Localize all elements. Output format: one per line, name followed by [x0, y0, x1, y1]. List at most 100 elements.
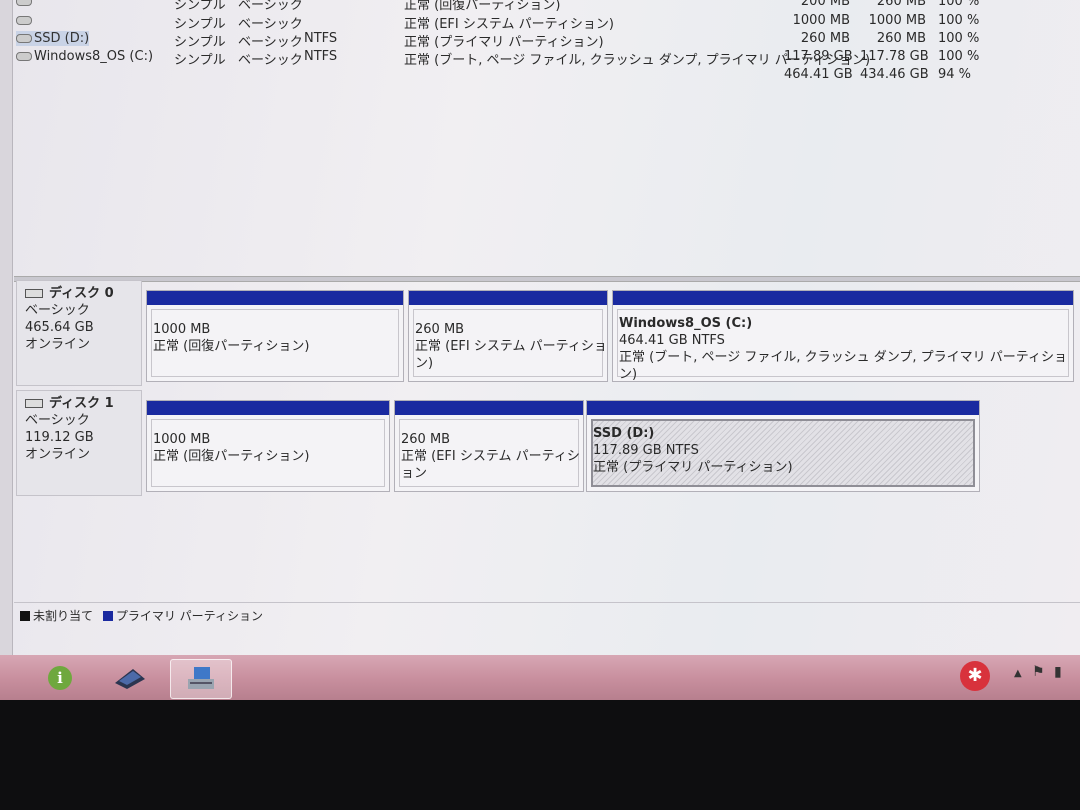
volume-icon	[16, 0, 32, 6]
volume-type: ベーシック	[238, 0, 303, 13]
partition-status: 正常 (回復パーティション)	[153, 449, 310, 464]
volume-free-pct: 100 %	[938, 49, 980, 64]
unallocated-swatch	[20, 611, 30, 621]
volume-layout: シンプル	[174, 35, 226, 50]
partition-ssd-d[interactable]: SSD (D:) 117.89 GB NTFS 正常 (プライマリ パーティショ…	[586, 400, 980, 492]
volume-status: 正常 (プライマリ パーティション)	[404, 35, 604, 50]
volume-free-pct: 100 %	[938, 31, 980, 46]
volume-capacity: 1000 MB	[792, 13, 850, 28]
volume-status: 正常 (EFI システム パーティション)	[404, 17, 614, 32]
partition-status: 正常 (プライマリ パーティション)	[593, 460, 793, 475]
volume-free: 260 MB	[876, 0, 926, 9]
disk-0-row: ディスク 0 ベーシック 465.64 GB オンライン 1000 MB 正常 …	[16, 280, 1076, 388]
volume-capacity: 200 MB	[800, 0, 850, 9]
volume-fs: NTFS	[304, 31, 338, 46]
partition-size: 1000 MB	[153, 432, 211, 447]
volume-name	[16, 0, 34, 9]
taskbar: i ✱ ▲ ⚑ ▮	[0, 655, 1080, 700]
volume-type: ベーシック	[238, 35, 303, 50]
partition-size: 1000 MB	[153, 322, 211, 337]
volume-free: 1000 MB	[868, 13, 926, 28]
volume-layout: シンプル	[174, 17, 226, 32]
volume-free-pct: 100 %	[938, 13, 980, 28]
disk-icon	[25, 399, 43, 408]
volume-free: 117.78 GB	[860, 49, 929, 64]
network-icon[interactable]: ⚑	[1032, 664, 1045, 680]
disk-1-row: ディスク 1 ベーシック 119.12 GB オンライン 1000 MB 正常 …	[16, 390, 986, 498]
volume-icon	[16, 16, 32, 25]
primary-swatch	[102, 611, 113, 621]
volume-icon	[16, 34, 32, 43]
taskbar-info-button[interactable]: i	[30, 659, 90, 697]
info-icon: i	[48, 666, 72, 690]
partition-text: 260 MB 正常 (EFI システム パーティション	[401, 431, 583, 482]
partition-bar	[147, 291, 403, 305]
volume-layout: シンプル	[174, 53, 226, 68]
partition-size: 464.41 GB NTFS	[619, 333, 725, 348]
partition-bar	[395, 401, 583, 415]
volume-free-pct: 100 %	[938, 0, 980, 9]
partition-text: SSD (D:) 117.89 GB NTFS 正常 (プライマリ パーティショ…	[593, 425, 793, 476]
disk-management-icon	[188, 667, 214, 689]
volume-fs: NTFS	[304, 49, 338, 64]
legend-unallocated: 未割り当て	[33, 609, 94, 623]
partition-windows-c[interactable]: Windows8_OS (C:) 464.41 GB NTFS 正常 (ブート,…	[612, 290, 1074, 382]
partition-text: 1000 MB 正常 (回復パーティション)	[153, 431, 310, 465]
disk-0-info[interactable]: ディスク 0 ベーシック 465.64 GB オンライン	[16, 280, 142, 386]
partition-status: 正常 (ブート, ページ ファイル, クラッシュ ダンプ, プライマリ パーティ…	[619, 350, 1067, 382]
screen: シンプル ベーシック 正常 (回復パーティション) 200 MB 260 MB …	[0, 0, 1080, 700]
partition-title: Windows8_OS (C:)	[619, 316, 753, 331]
disk-1-info[interactable]: ディスク 1 ベーシック 119.12 GB オンライン	[16, 390, 142, 496]
partition-efi[interactable]: 260 MB 正常 (EFI システム パーティション	[394, 400, 584, 492]
partition-text: 1000 MB 正常 (回復パーティション)	[153, 321, 310, 355]
volume-status: 正常 (回復パーティション)	[404, 0, 561, 13]
battery-icon[interactable]: ▮	[1054, 664, 1062, 680]
volume-type: ベーシック	[238, 17, 303, 32]
partition-size: 117.89 GB NTFS	[593, 443, 699, 458]
taskbar-disk-management-button[interactable]	[170, 659, 232, 699]
volume-free: 434.46 GB	[860, 67, 929, 82]
disk-state: オンライン	[25, 447, 91, 462]
disk-size: 465.64 GB	[25, 320, 94, 335]
partition-efi[interactable]: 260 MB 正常 (EFI システム パーティション)	[408, 290, 608, 382]
partition-status: 正常 (EFI システム パーティション	[401, 449, 580, 481]
volume-type: ベーシック	[238, 53, 303, 68]
volume-name: SSD (D:)	[16, 31, 90, 46]
volume-capacity: 260 MB	[800, 31, 850, 46]
show-hidden-icons-icon[interactable]: ▲	[1014, 668, 1022, 679]
taskbar-scanner-button[interactable]	[100, 659, 160, 697]
volume-free-pct: 94 %	[938, 67, 972, 82]
partition-text: 260 MB 正常 (EFI システム パーティション)	[415, 321, 607, 372]
partition-bar	[613, 291, 1073, 305]
system-tray: ✱ ▲ ⚑ ▮	[940, 655, 1080, 700]
legend: 未割り当て プライマリ パーティション	[20, 607, 263, 624]
scanner-icon	[115, 669, 145, 689]
partition-size: 260 MB	[415, 322, 465, 337]
partition-status: 正常 (回復パーティション)	[153, 339, 310, 354]
disk-type: ベーシック	[25, 413, 90, 428]
partition-bar	[587, 401, 979, 415]
window-left-edge	[0, 0, 13, 655]
action-center-icon[interactable]: ✱	[960, 661, 990, 691]
disk-name: ディスク 1	[49, 396, 114, 411]
volume-free: 260 MB	[876, 31, 926, 46]
disk-name: ディスク 0	[49, 286, 114, 301]
partition-bar	[409, 291, 607, 305]
partition-title: SSD (D:)	[593, 426, 655, 441]
partition-status: 正常 (EFI システム パーティション)	[415, 339, 607, 371]
disk-icon	[25, 289, 43, 298]
volume-capacity: 464.41 GB	[784, 67, 853, 82]
volume-capacity: 117.89 GB	[784, 49, 853, 64]
volume-icon	[16, 52, 32, 61]
partition-recovery[interactable]: 1000 MB 正常 (回復パーティション)	[146, 400, 390, 492]
volume-name: Windows8_OS (C:)	[16, 49, 153, 64]
partition-text: Windows8_OS (C:) 464.41 GB NTFS 正常 (ブート,…	[619, 315, 1073, 383]
partition-size: 260 MB	[401, 432, 451, 447]
legend-primary: プライマリ パーティション	[115, 609, 263, 623]
partition-bar	[147, 401, 389, 415]
partition-recovery[interactable]: 1000 MB 正常 (回復パーティション)	[146, 290, 404, 382]
volume-list: シンプル ベーシック 正常 (回復パーティション) 200 MB 260 MB …	[14, 0, 1080, 262]
volume-name	[16, 13, 34, 28]
disk-type: ベーシック	[25, 303, 90, 318]
disk-state: オンライン	[25, 337, 91, 352]
